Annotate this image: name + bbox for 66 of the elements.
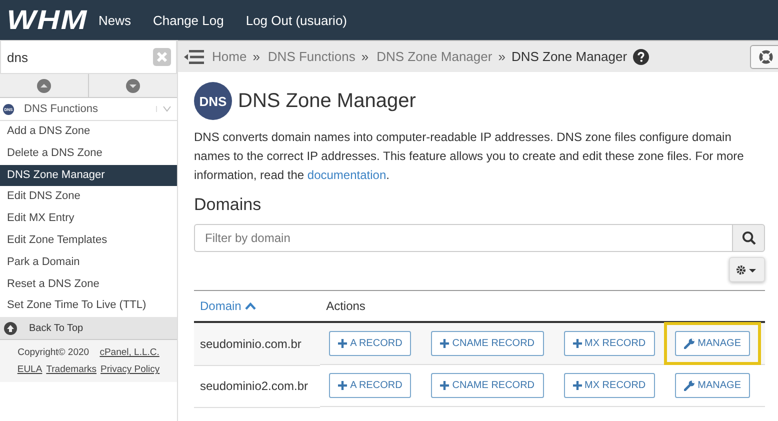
lifebuoy-icon: [759, 50, 773, 64]
documentation-link[interactable]: documentation: [307, 168, 386, 182]
settings-button[interactable]: [729, 257, 765, 282]
breadcrumb-link[interactable]: Home: [212, 49, 247, 64]
breadcrumb-link[interactable]: DNS Functions: [268, 49, 356, 64]
settings-icon: [736, 264, 758, 274]
action-button[interactable]: MANAGE: [674, 331, 750, 356]
search-button[interactable]: [732, 224, 765, 252]
plus-icon: [572, 339, 582, 348]
breadcrumb-separator: »: [361, 49, 369, 64]
sidebar-item[interactable]: Delete a DNS Zone: [0, 142, 177, 165]
domain-name: seudominio2.com.br: [200, 379, 308, 393]
plus-icon: [440, 339, 450, 348]
plus-icon: [338, 339, 348, 348]
action-button[interactable]: A RECORD: [329, 373, 412, 398]
sidebar-item[interactable]: DNS Zone Manager: [0, 164, 177, 186]
help-icon[interactable]: [633, 48, 650, 64]
up-arrow-icon: [4, 322, 17, 335]
logo[interactable]: WHM: [6, 4, 88, 36]
nav-link[interactable]: Change Log: [153, 12, 224, 28]
sidebar-item[interactable]: Edit Zone Templates: [0, 230, 177, 252]
sort-ascending-icon[interactable]: [245, 302, 256, 310]
footer-link[interactable]: Privacy Policy: [100, 361, 160, 378]
dns-logo-icon: DNS: [194, 82, 232, 120]
action-button[interactable]: A RECORD: [329, 331, 412, 356]
search-icon: [742, 231, 756, 245]
plus-icon: [440, 381, 450, 390]
filter-field[interactable]: Filter by domain: [194, 224, 732, 252]
nav-link[interactable]: Log Out (usuario): [246, 12, 348, 28]
sidebar-item[interactable]: Add a DNS Zone: [0, 121, 177, 143]
sidebar-item[interactable]: Park a Domain: [0, 252, 177, 274]
wrench-icon: [684, 338, 695, 349]
action-button[interactable]: CNAME RECORD: [431, 331, 544, 356]
action-button[interactable]: MANAGE: [674, 373, 750, 398]
column-header[interactable]: Domain: [200, 299, 256, 313]
sidebar-item[interactable]: Reset a DNS Zone: [0, 274, 177, 296]
action-button[interactable]: CNAME RECORD: [431, 373, 544, 398]
scroll-up-icon[interactable]: [37, 78, 51, 92]
wrench-icon: [684, 380, 695, 391]
back-to-top-button[interactable]: Back To Top: [0, 317, 177, 340]
action-button[interactable]: MX RECORD: [564, 331, 655, 356]
breadcrumb-separator: »: [498, 49, 506, 64]
back-to-top-label: Back To Top: [29, 322, 84, 334]
page-description: DNS converts domain names into computer-readable IP addresses. DNS zone files configure domain names to the correct IP addresses. This feature allows you to create and edit these zone files. For more information, read the documentation.: [194, 129, 745, 184]
plus-icon: [572, 381, 582, 390]
action-button[interactable]: MX RECORD: [564, 373, 655, 398]
sidebar-item[interactable]: Edit DNS Zone: [0, 186, 177, 208]
scroll-down-icon[interactable]: [126, 78, 140, 92]
breadcrumb-separator: »: [252, 49, 260, 64]
nav-link[interactable]: News: [98, 12, 131, 28]
support-button[interactable]: [750, 44, 778, 68]
breadcrumb-current: DNS Zone Manager: [511, 49, 628, 64]
section-heading: Domains: [194, 195, 262, 215]
footer-link[interactable]: Trademarks: [46, 361, 97, 378]
plus-icon: [338, 381, 348, 390]
search-field[interactable]: dns: [0, 40, 177, 74]
breadcrumb-link[interactable]: DNS Zone Manager: [376, 49, 492, 64]
copyright-text: Copyright© 2020: [18, 346, 90, 360]
sidebar-item[interactable]: Set Zone Time To Live (TTL): [0, 295, 177, 318]
domain-name: seudominio.com.br: [200, 336, 302, 351]
page-title: DNS Zone Manager: [238, 90, 416, 112]
menu-collapse-icon[interactable]: [184, 50, 204, 64]
footer-link[interactable]: EULA: [17, 361, 42, 378]
column-header: Actions: [326, 299, 366, 313]
company-link[interactable]: cPanel, L.L.C.: [100, 344, 160, 362]
sidebar-item[interactable]: Edit MX Entry: [0, 208, 177, 230]
